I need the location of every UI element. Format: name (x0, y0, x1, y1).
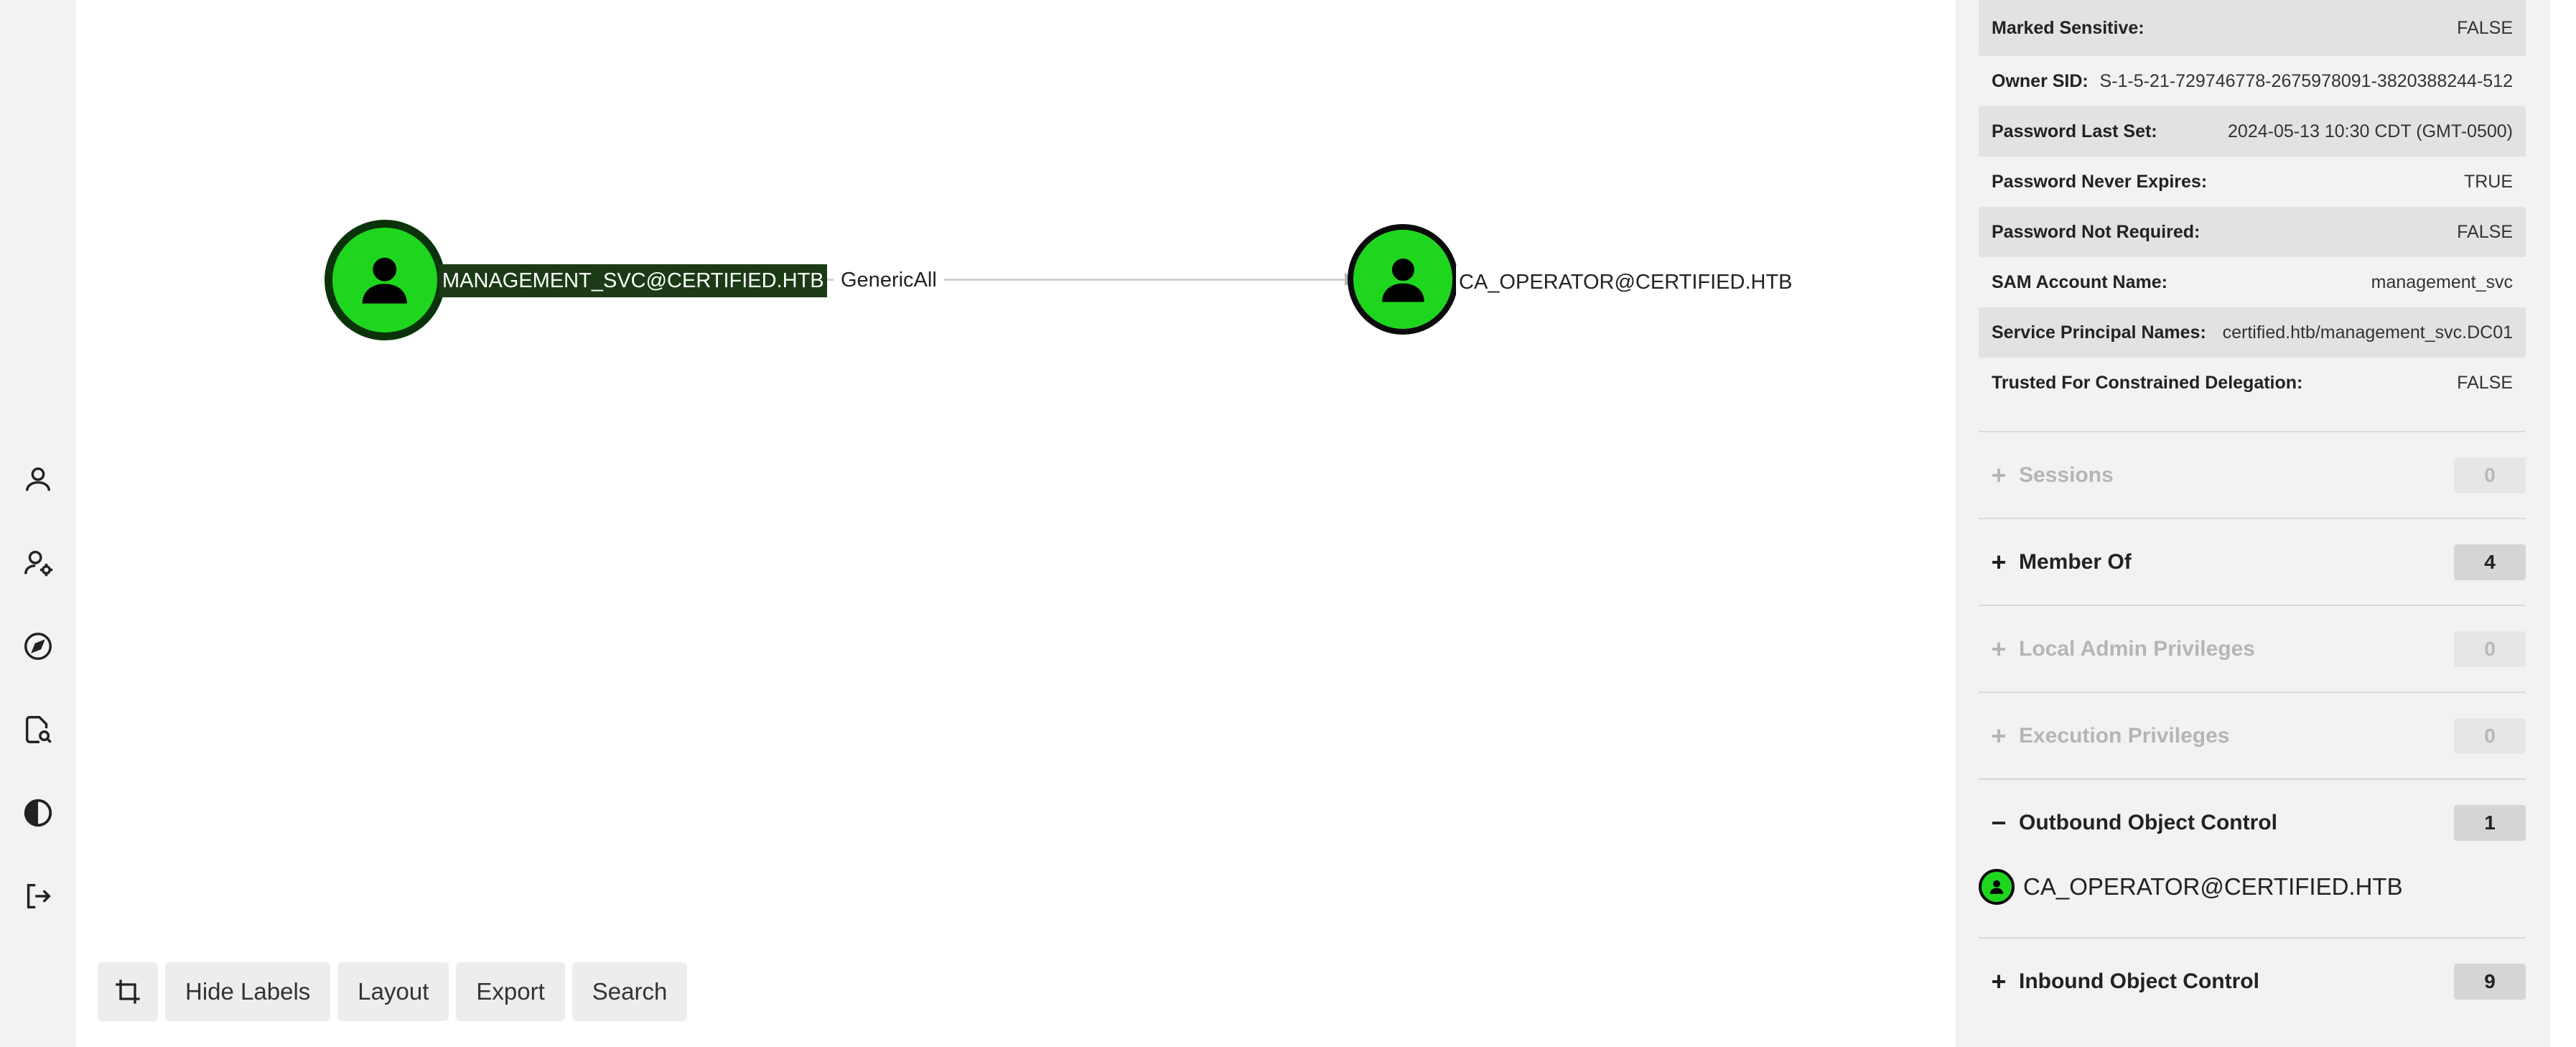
user-settings-icon (24, 550, 53, 577)
graph-node-target[interactable] (1348, 224, 1458, 335)
user-nav-button[interactable] (18, 460, 58, 500)
section-inbound-object-control[interactable]: + Inbound Object Control 9 (1979, 937, 2526, 1024)
property-row: Password Last Set: 2024-05-13 10:30 CDT … (1979, 106, 2526, 157)
property-value: FALSE (2457, 372, 2513, 393)
count-badge: 0 (2454, 717, 2526, 754)
graph-canvas[interactable]: GenericAll MANAGEMENT_SVC@CERTIFIED.HTB … (76, 0, 1956, 1047)
property-value: certified.htb/management_svc.DC01 (2222, 322, 2513, 343)
property-key: Password Never Expires: (1992, 171, 2208, 192)
left-nav-rail (0, 0, 76, 1047)
contrast-icon (24, 799, 52, 827)
property-row: SAM Account Name: management_svc (1979, 257, 2526, 307)
section-label: Member Of (2019, 549, 2132, 574)
count-badge: 0 (2454, 630, 2526, 667)
property-value: TRUE (2463, 171, 2513, 192)
property-key: Marked Sensitive: (1992, 17, 2145, 38)
property-row: Password Not Required: FALSE (1979, 207, 2526, 257)
property-value: S-1-5-21-729746778-2675978091-3820388244… (2099, 70, 2514, 91)
graph-node-source[interactable] (325, 220, 445, 340)
section-label: Execution Privileges (2019, 723, 2230, 748)
property-value: management_svc (2371, 271, 2513, 292)
logout-icon (27, 883, 51, 909)
section-label: Inbound Object Control (2019, 969, 2259, 993)
hide-labels-button[interactable]: Hide Labels (165, 962, 331, 1021)
section-outbound-object-control[interactable]: − Outbound Object Control 1 (1979, 778, 2526, 865)
search-button[interactable]: Search (571, 962, 688, 1021)
section-sessions[interactable]: + Sessions 0 (1979, 431, 2526, 518)
panel-right-margin (2550, 0, 2576, 1047)
section-member-of[interactable]: + Member Of 4 (1979, 518, 2526, 605)
source-node-label[interactable]: MANAGEMENT_SVC@CERTIFIED.HTB (439, 264, 827, 297)
section-local-admin-privileges[interactable]: + Local Admin Privileges 0 (1979, 605, 2526, 692)
user-node-icon (1979, 869, 2015, 905)
expand-icon: + (1991, 966, 2007, 996)
edge-line (938, 279, 1347, 281)
count-badge: 1 (2454, 804, 2526, 841)
edge-label[interactable]: GenericAll (834, 266, 944, 294)
property-row: Service Principal Names: certified.htb/m… (1979, 307, 2526, 358)
section-label: Sessions (2019, 462, 2114, 487)
section-execution-privileges[interactable]: + Execution Privileges 0 (1979, 692, 2526, 778)
collapse-icon: − (1991, 807, 2007, 837)
property-key: Trusted For Constrained Delegation: (1992, 372, 2303, 393)
property-key: Service Principal Names: (1992, 322, 2206, 343)
user-icon (1381, 258, 1424, 302)
crop-button[interactable] (98, 962, 158, 1021)
explore-nav-button[interactable] (18, 626, 58, 666)
expand-icon: + (1991, 720, 2007, 750)
compass-icon (24, 633, 52, 660)
section-label: Outbound Object Control (2019, 810, 2277, 834)
property-row: Password Never Expires: TRUE (1979, 157, 2526, 207)
section-label: Local Admin Privileges (2019, 636, 2255, 661)
property-key: Password Not Required: (1992, 221, 2201, 242)
outbound-object-item[interactable]: CA_OPERATOR@CERTIFIED.HTB (1979, 869, 2403, 905)
property-key: Owner SID: (1992, 70, 2089, 91)
expand-icon: + (1991, 460, 2007, 490)
property-value: 2024-05-13 10:30 CDT (GMT-0500) (2228, 121, 2513, 141)
property-row: Trusted For Constrained Delegation: FALS… (1979, 358, 2526, 408)
count-badge: 0 (2454, 457, 2526, 493)
crop-icon (116, 979, 140, 1004)
count-badge: 9 (2454, 963, 2526, 1000)
outbound-object-label: CA_OPERATOR@CERTIFIED.HTB (2023, 873, 2403, 900)
count-badge: 4 (2454, 544, 2526, 580)
property-value: FALSE (2457, 17, 2513, 38)
property-row: Marked Sensitive: FALSE (1979, 0, 2526, 56)
property-key: Password Last Set: (1992, 121, 2157, 141)
theme-toggle-button[interactable] (18, 793, 58, 833)
entity-info-panel[interactable]: Marked Sensitive: FALSE Owner SID: S-1-5… (1956, 0, 2550, 1047)
logout-button[interactable] (18, 876, 58, 916)
property-key: SAM Account Name: (1992, 271, 2167, 292)
user-icon (1989, 880, 2004, 894)
expand-icon: + (1991, 633, 2007, 664)
expand-icon: + (1991, 546, 2007, 577)
property-row: Owner SID: S-1-5-21-729746778-2675978091… (1979, 56, 2526, 106)
property-value: FALSE (2457, 221, 2513, 242)
graph-toolbar: Hide Labels Layout Export Search (98, 962, 688, 1021)
user-icon (362, 257, 408, 304)
target-node-label[interactable]: CA_OPERATOR@CERTIFIED.HTB (1456, 266, 1796, 299)
user-icon (25, 467, 51, 491)
node-properties-table: Marked Sensitive: FALSE Owner SID: S-1-5… (1979, 0, 2526, 408)
layout-button[interactable]: Layout (337, 962, 449, 1021)
user-settings-nav-button[interactable] (18, 543, 58, 583)
search-document-nav-button[interactable] (18, 709, 58, 750)
export-button[interactable]: Export (456, 962, 565, 1021)
document-search-icon (25, 716, 52, 743)
